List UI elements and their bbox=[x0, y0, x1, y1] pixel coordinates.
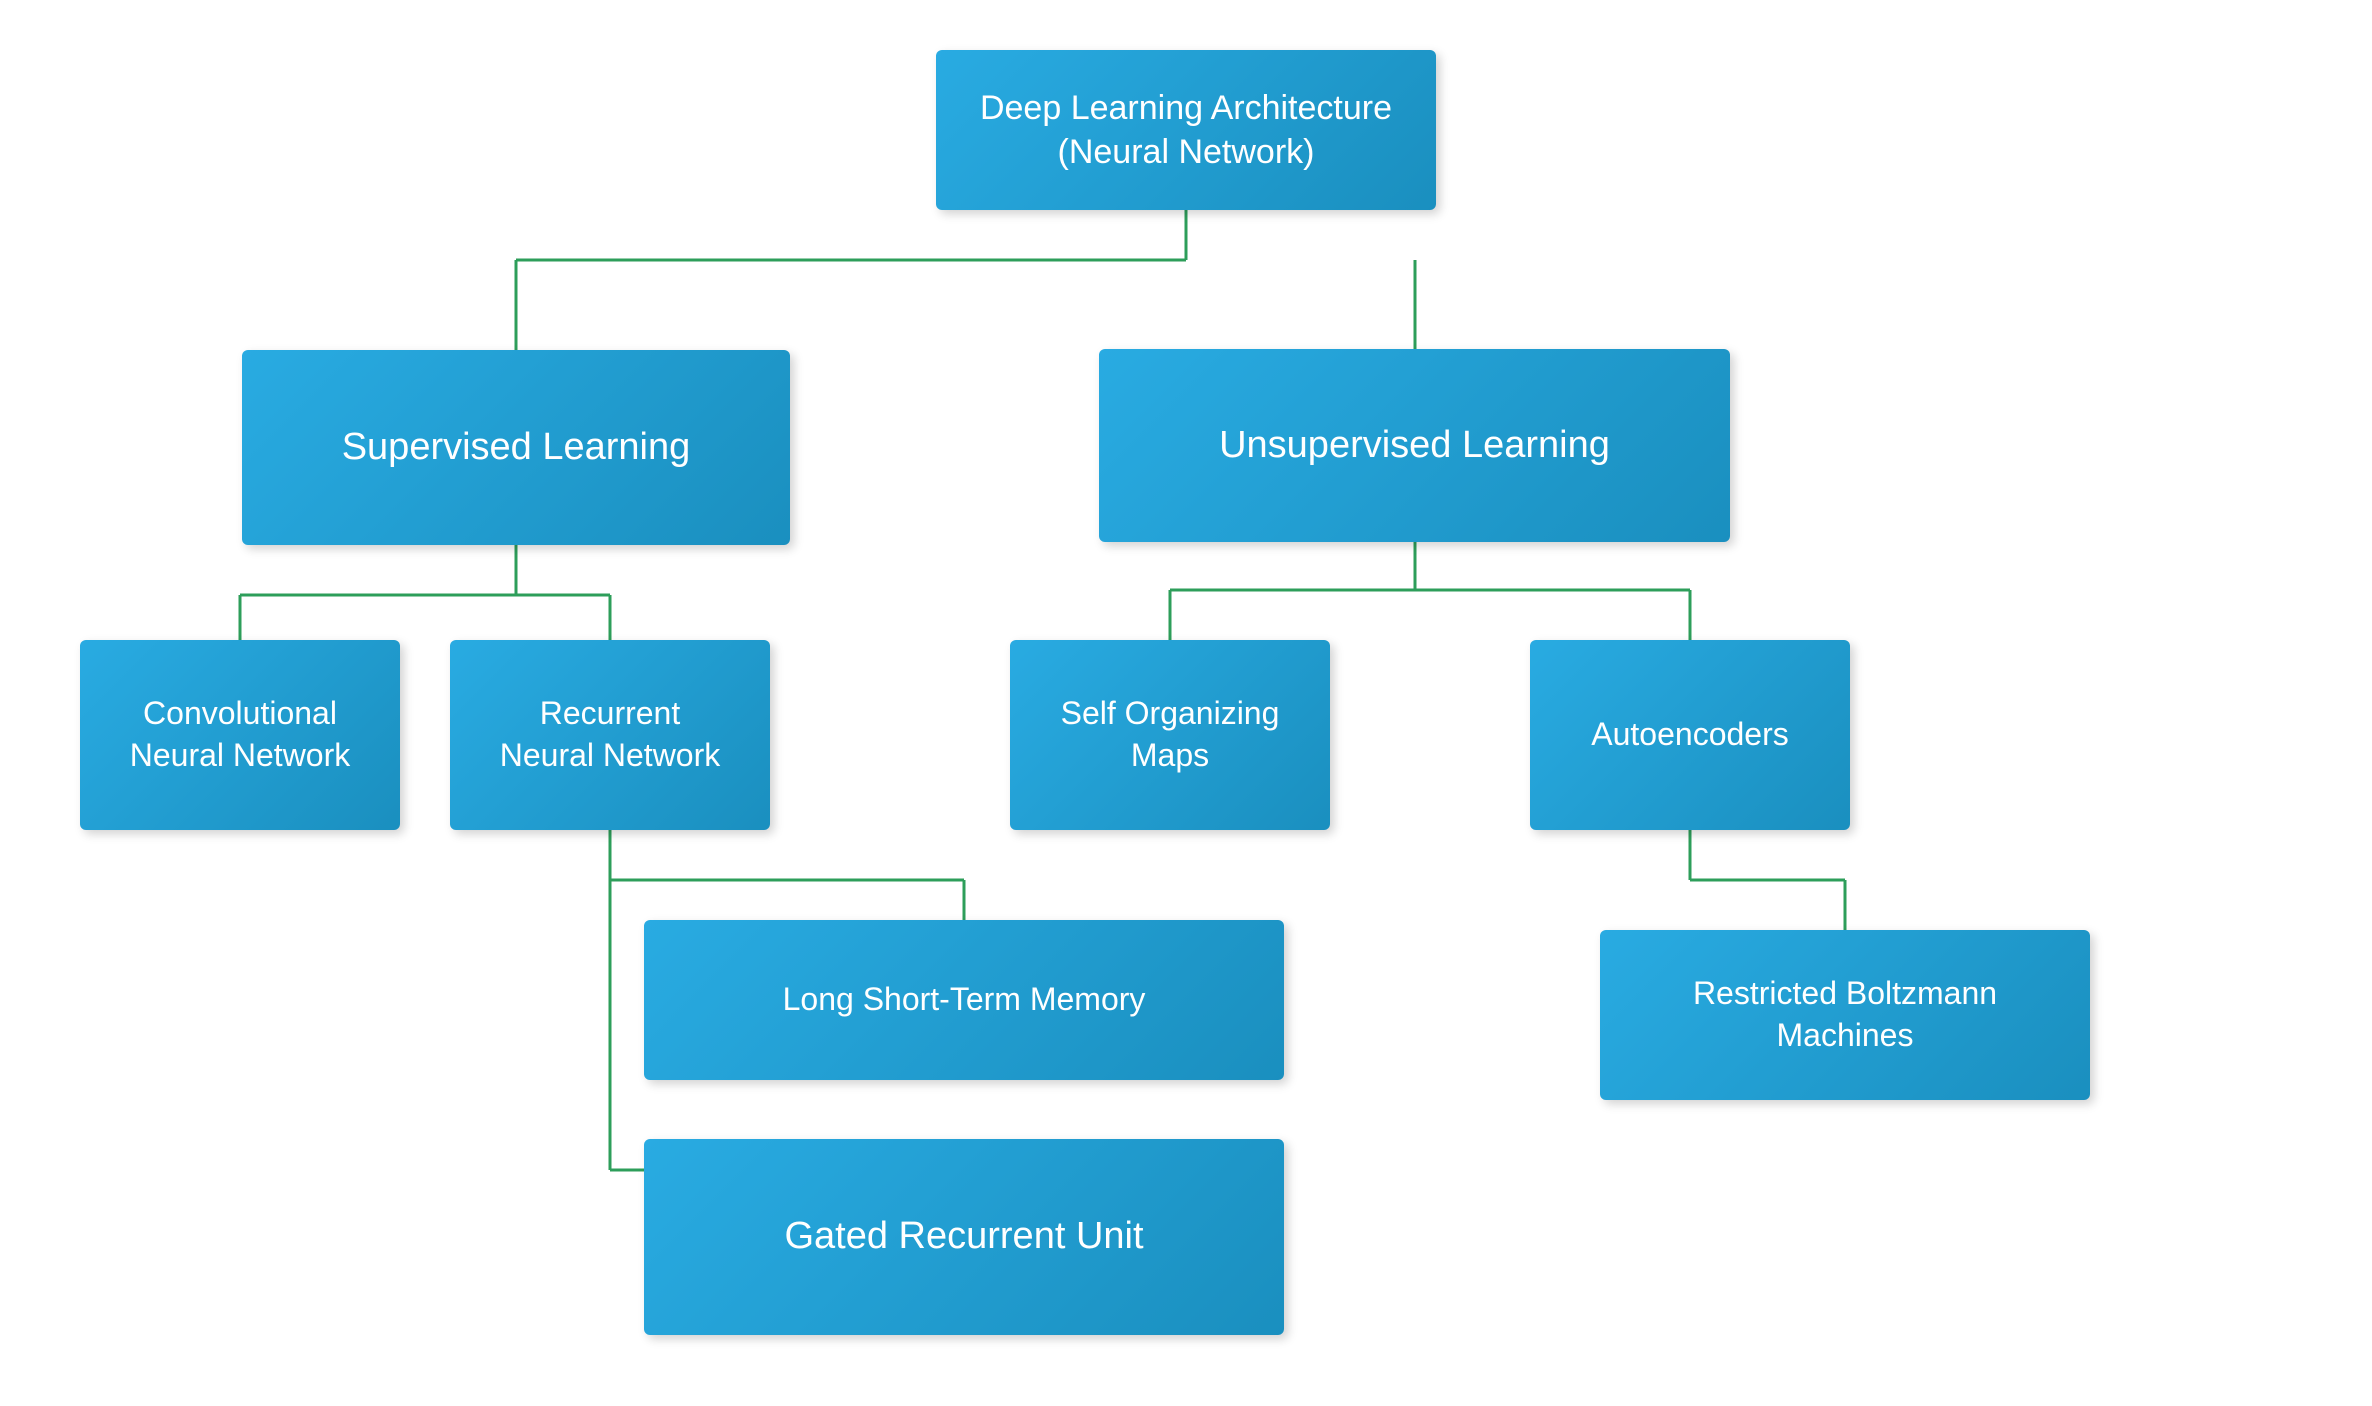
diagram: Deep Learning Architecture(Neural Networ… bbox=[0, 0, 2372, 1406]
node-rnn: RecurrentNeural Network bbox=[450, 640, 770, 830]
node-autoencoders: Autoencoders bbox=[1530, 640, 1850, 830]
node-root-label: Deep Learning Architecture(Neural Networ… bbox=[980, 86, 1392, 174]
node-rbm: Restricted BoltzmannMachines bbox=[1600, 930, 2090, 1100]
node-rbm-label: Restricted BoltzmannMachines bbox=[1693, 973, 1997, 1056]
node-root: Deep Learning Architecture(Neural Networ… bbox=[936, 50, 1436, 210]
node-unsupervised: Unsupervised Learning bbox=[1099, 349, 1730, 542]
node-autoencoders-label: Autoencoders bbox=[1591, 714, 1788, 756]
node-cnn-label: ConvolutionalNeural Network bbox=[130, 693, 351, 776]
node-supervised-label: Supervised Learning bbox=[342, 423, 691, 472]
node-som-label: Self OrganizingMaps bbox=[1061, 693, 1280, 776]
node-supervised: Supervised Learning bbox=[242, 350, 790, 545]
node-gru-label: Gated Recurrent Unit bbox=[784, 1212, 1143, 1261]
node-lstm: Long Short-Term Memory bbox=[644, 920, 1284, 1080]
node-cnn: ConvolutionalNeural Network bbox=[80, 640, 400, 830]
node-lstm-label: Long Short-Term Memory bbox=[783, 979, 1146, 1021]
node-som: Self OrganizingMaps bbox=[1010, 640, 1330, 830]
node-gru: Gated Recurrent Unit bbox=[644, 1139, 1284, 1335]
node-rnn-label: RecurrentNeural Network bbox=[500, 693, 721, 776]
node-unsupervised-label: Unsupervised Learning bbox=[1219, 421, 1610, 470]
